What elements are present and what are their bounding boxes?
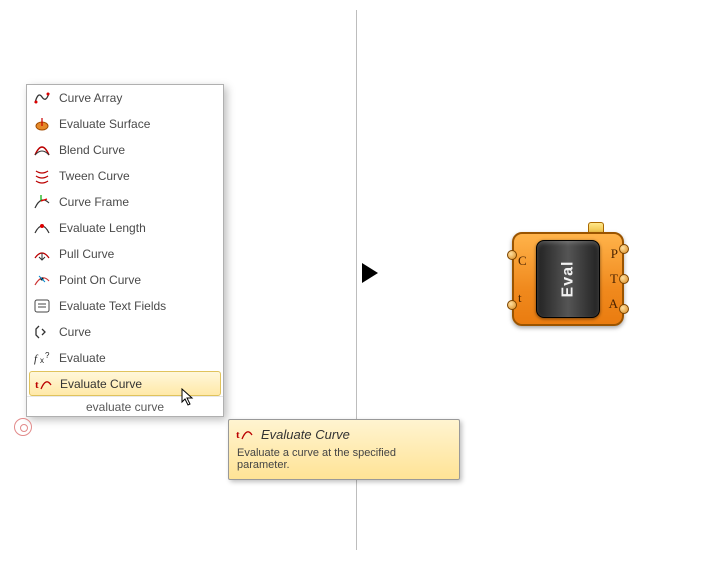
curve-array-icon: [33, 89, 51, 107]
menu-item-label: Curve Frame: [59, 195, 217, 209]
search-input[interactable]: evaluate curve: [27, 396, 223, 416]
menu-item-label: Blend Curve: [59, 143, 217, 157]
svg-text:t: t: [236, 429, 240, 441]
evaluate-curve-icon: t: [235, 425, 253, 443]
menu-item-curve-array[interactable]: Curve Array: [27, 85, 223, 111]
svg-text:f: f: [34, 353, 39, 365]
svg-text:t: t: [35, 379, 39, 391]
component-evaluate-curve[interactable]: C t Eval P T A: [512, 232, 624, 326]
input-grip[interactable]: [507, 250, 517, 260]
curve-frame-icon: [33, 193, 51, 211]
input-column: C t: [514, 234, 536, 324]
component-search-popup: Curve Array Evaluate Surface Blend Curve…: [26, 84, 224, 417]
menu-item-pull-curve[interactable]: Pull Curve: [27, 241, 223, 267]
point-on-curve-icon: [33, 271, 51, 289]
svg-text:?: ?: [45, 351, 50, 360]
menu-item-curve-frame[interactable]: Curve Frame: [27, 189, 223, 215]
evaluate-text-icon: [33, 297, 51, 315]
result-arrow-icon: [362, 263, 378, 283]
input-grip[interactable]: [507, 300, 517, 310]
tooltip-description: Evaluate a curve at the specified parame…: [235, 447, 451, 471]
menu-item-label: Point On Curve: [59, 273, 217, 287]
curve-icon: [33, 323, 51, 341]
tooltip-title: Evaluate Curve: [261, 427, 350, 442]
evaluate-fx-icon: fx?: [33, 349, 51, 367]
menu-item-curve[interactable]: Curve: [27, 319, 223, 345]
menu-item-tween-curve[interactable]: Tween Curve: [27, 163, 223, 189]
evaluate-length-icon: [33, 219, 51, 237]
evaluate-surface-icon: [33, 115, 51, 133]
menu-item-label: Evaluate Length: [59, 221, 217, 235]
output-grip[interactable]: [619, 274, 629, 284]
menu-item-label: Tween Curve: [59, 169, 217, 183]
menu-item-evaluate-curve[interactable]: t Evaluate Curve: [29, 371, 221, 396]
evaluate-curve-icon: t: [34, 375, 52, 393]
menu-item-label: Pull Curve: [59, 247, 217, 261]
menu-item-point-on-curve[interactable]: Point On Curve: [27, 267, 223, 293]
output-grip[interactable]: [619, 244, 629, 254]
menu-item-evaluate-length[interactable]: Evaluate Length: [27, 215, 223, 241]
target-marker-icon: [14, 418, 32, 436]
output-grip[interactable]: [619, 304, 629, 314]
svg-text:x: x: [40, 356, 44, 365]
menu-item-evaluate-text-fields[interactable]: Evaluate Text Fields: [27, 293, 223, 319]
component-capsule[interactable]: Eval: [536, 240, 600, 318]
component-nickname-tab[interactable]: [588, 222, 604, 232]
search-text: evaluate curve: [86, 400, 164, 414]
menu-item-label: Evaluate Curve: [60, 377, 216, 391]
menu-item-label: Evaluate Surface: [59, 117, 217, 131]
component-body[interactable]: C t Eval P T A: [512, 232, 624, 326]
menu-item-label: Evaluate Text Fields: [59, 299, 217, 313]
menu-item-label: Curve Array: [59, 91, 217, 105]
menu-item-blend-curve[interactable]: Blend Curve: [27, 137, 223, 163]
menu-item-evaluate-surface[interactable]: Evaluate Surface: [27, 111, 223, 137]
menu-item-evaluate[interactable]: fx? Evaluate: [27, 345, 223, 371]
tooltip: t Evaluate Curve Evaluate a curve at the…: [228, 419, 460, 480]
blend-curve-icon: [33, 141, 51, 159]
menu-item-label: Evaluate: [59, 351, 217, 365]
tween-curve-icon: [33, 167, 51, 185]
pull-curve-icon: [33, 245, 51, 263]
menu-item-label: Curve: [59, 325, 217, 339]
component-name: Eval: [559, 261, 577, 298]
